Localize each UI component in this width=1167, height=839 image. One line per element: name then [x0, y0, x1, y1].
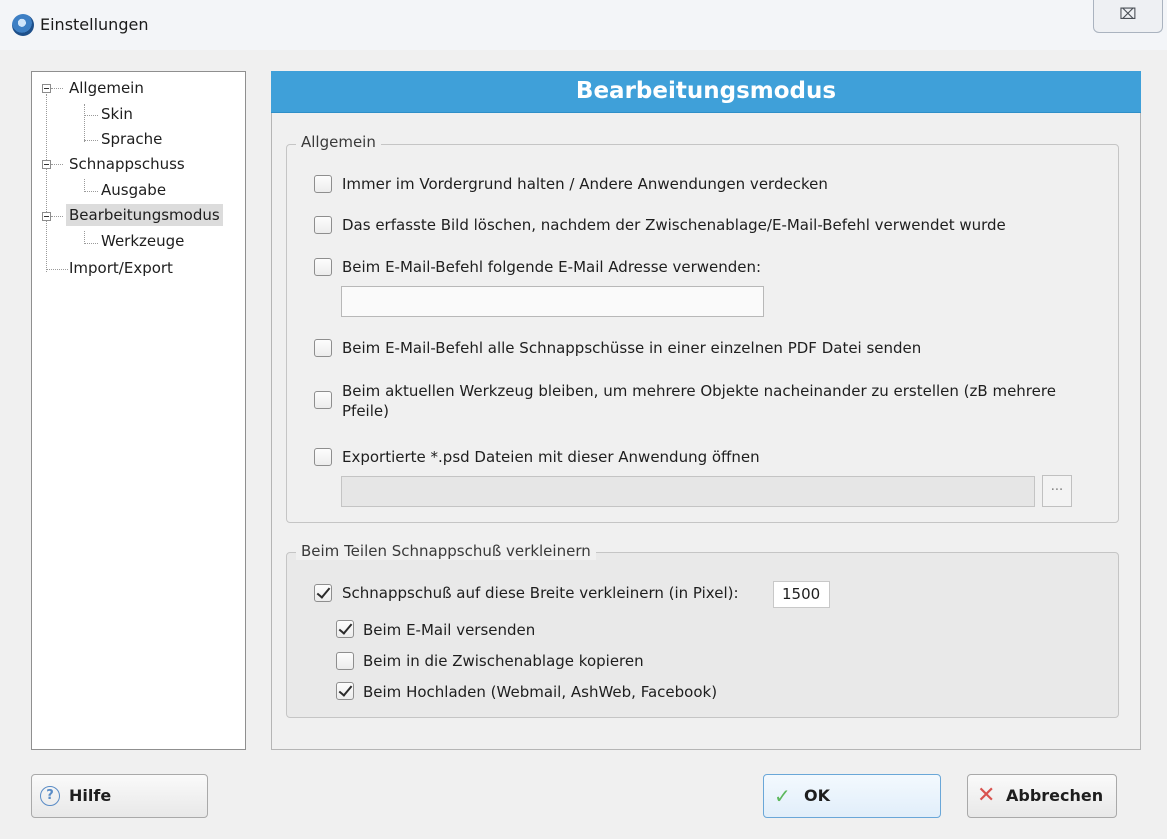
- delete-after-send-checkbox[interactable]: [314, 216, 332, 234]
- window-title: Einstellungen: [40, 15, 149, 34]
- cancel-button-label: Abbrechen: [1006, 786, 1104, 805]
- resize-clipboard-checkbox[interactable]: [336, 652, 354, 670]
- tree-item-import-export[interactable]: Import/Export: [69, 257, 173, 279]
- help-button-label: Hilfe: [69, 786, 112, 805]
- single-pdf-label[interactable]: Beim E-Mail-Befehl alle Schnappschüsse i…: [342, 339, 921, 357]
- open-psd-label[interactable]: Exportierte *.psd Dateien mit dieser Anw…: [342, 448, 760, 466]
- tree-item-sprache[interactable]: Sprache: [101, 128, 162, 150]
- tree-item-bearbeitungsmodus[interactable]: Bearbeitungsmodus: [66, 204, 223, 226]
- resize-width-checkbox[interactable]: [314, 584, 332, 602]
- cancel-button[interactable]: ✕ Abbrechen: [967, 774, 1117, 818]
- settings-tree: Allgemein Skin Sprache Schnappschuss Aus…: [31, 71, 246, 750]
- resize-upload-checkbox[interactable]: [336, 682, 354, 700]
- tree-item-skin[interactable]: Skin: [101, 103, 133, 125]
- keep-tool-checkbox[interactable]: [314, 391, 332, 409]
- ok-button[interactable]: ✓ OK: [763, 774, 941, 818]
- expander-schnappschuss-icon[interactable]: [42, 160, 51, 169]
- use-email-address-checkbox[interactable]: [314, 258, 332, 276]
- resize-clipboard-label[interactable]: Beim in die Zwischenablage kopieren: [363, 652, 644, 670]
- cancel-icon: ✕: [977, 783, 996, 808]
- single-pdf-checkbox[interactable]: [314, 339, 332, 357]
- help-button[interactable]: ? Hilfe: [31, 774, 208, 818]
- tree-item-ausgabe[interactable]: Ausgabe: [101, 179, 166, 201]
- check-icon: ✓: [774, 784, 791, 808]
- always-on-top-label[interactable]: Immer im Vordergrund halten / Andere Anw…: [342, 175, 828, 193]
- open-psd-checkbox[interactable]: [314, 448, 332, 466]
- browse-button[interactable]: ...: [1042, 475, 1072, 507]
- delete-after-send-label[interactable]: Das erfasste Bild löschen, nachdem der Z…: [342, 216, 1006, 234]
- resize-width-input[interactable]: 1500: [773, 581, 830, 608]
- use-email-address-label[interactable]: Beim E-Mail-Befehl folgende E-Mail Adres…: [342, 258, 761, 276]
- expander-bearbeitungsmodus-icon[interactable]: [42, 212, 51, 221]
- general-group-legend: Allgemein: [296, 133, 381, 151]
- resize-upload-label[interactable]: Beim Hochladen (Webmail, AshWeb, Faceboo…: [363, 683, 717, 701]
- page-title: Bearbeitungsmodus: [271, 71, 1141, 113]
- resize-group-legend: Beim Teilen Schnappschuß verkleinern: [296, 542, 596, 560]
- tree-item-schnappschuss[interactable]: Schnappschuss: [69, 153, 185, 175]
- tree-item-allgemein[interactable]: Allgemein: [69, 77, 144, 99]
- keep-tool-label[interactable]: Beim aktuellen Werkzeug bleiben, um mehr…: [342, 381, 1087, 421]
- title-bar: Einstellungen ⌧: [0, 0, 1167, 50]
- psd-app-path-input: [341, 476, 1035, 507]
- always-on-top-checkbox[interactable]: [314, 175, 332, 193]
- help-icon: ?: [40, 786, 60, 806]
- resize-email-label[interactable]: Beim E-Mail versenden: [363, 621, 535, 639]
- expander-allgemein-icon[interactable]: [42, 84, 51, 93]
- email-address-input[interactable]: [341, 286, 764, 317]
- resize-width-label[interactable]: Schnappschuß auf diese Breite verkleiner…: [342, 584, 739, 602]
- app-icon: [12, 14, 34, 36]
- ok-button-label: OK: [804, 786, 830, 805]
- resize-email-checkbox[interactable]: [336, 620, 354, 638]
- close-button[interactable]: ⌧: [1093, 0, 1163, 33]
- tree-item-werkzeuge[interactable]: Werkzeuge: [101, 230, 184, 252]
- close-icon: ⌧: [1119, 5, 1137, 23]
- general-group: [286, 144, 1119, 523]
